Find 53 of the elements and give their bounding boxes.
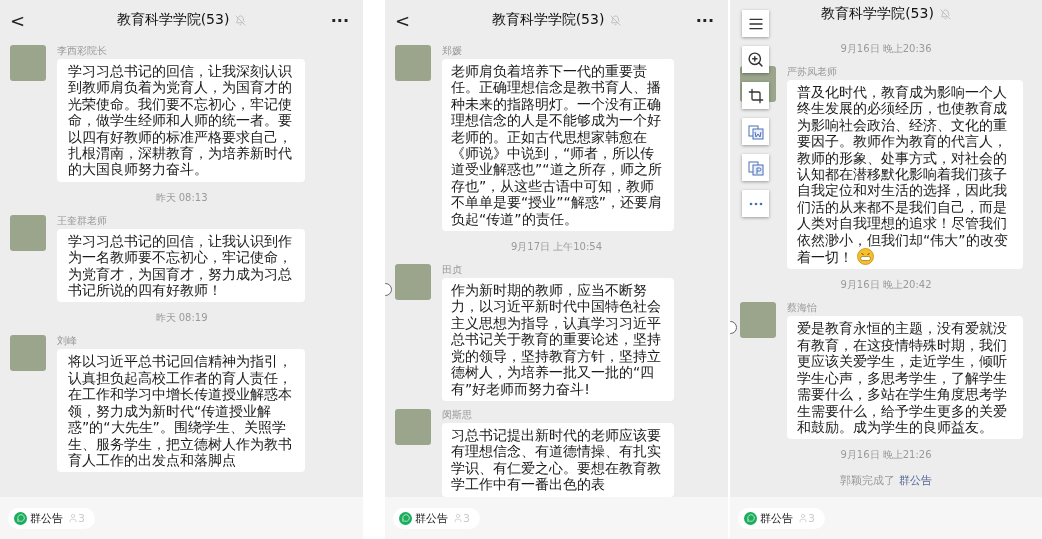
notice-link[interactable]: 群公告: [899, 473, 932, 489]
sender-name: 蔡海怡: [787, 302, 818, 315]
message-bubble: 爱是教育永恒的主题，没有爱就没有教育，在这疫情特殊时期，我们更应该关爱学生，走近学生，倾听学生心声，多思考学生，了解学生需要什么，多站在学生角度思考学生需要什么，给予学生更多的关爱和鼓励。成为学生的良师益友。: [787, 316, 1023, 440]
avatar-photo-placeholder: [10, 45, 46, 81]
timestamp: 昨天 08:13: [155, 191, 208, 204]
chat-icon: [399, 511, 412, 525]
timestamp: 9月16日 晚上20:36: [840, 43, 932, 55]
crop-icon: [747, 87, 764, 104]
sender-name: 田贞: [442, 264, 463, 277]
back-button[interactable]: <: [395, 9, 411, 31]
avatar-photo-placeholder: [10, 214, 46, 251]
chat-title: 教育科学学院(53): [116, 11, 230, 29]
message-bubble: 学习习总书记的回信，让我认识到作为一名教师要不忘初心，牢记使命，为党育才，为国育才，努力成为习总书记所说的四有好教师！: [57, 228, 305, 303]
sender-name: 严苏凤老师: [787, 66, 838, 78]
message-bubble: 老师肩负着培养下一代的重要责任。正确理想信念是教书育人、播种未来的指路明灯。一个没有正确理想信念的人是不能够成为一个好老师的。正如古代思想家韩愈在《师说》中说到，“师者，所以传道受业解惑也”“道之所存，师之所存也”，从这些古语中可知，教师不单单是要“授业”“解惑”，还要肩负起“传道”的责任。: [442, 59, 674, 232]
avatar-photo-placeholder: [10, 335, 46, 372]
chat-icon: [744, 511, 757, 525]
message-bubble: 将以习近平总书记回信精神为指引，认真担负起高校工作者的育人责任，在工作和学习中增长传道授业解惑本领，努力成为新时代“传道授业解惑”的“大先生”。围绕学生、关照学生、服务学生，把立德树人作为教书育人工作的出发点和落脚点: [57, 349, 305, 473]
message-bubble: 习总书记提出新时代的老师应该要有理想信念、有道德情操、有扎实学识、有仁爱之心。要想在教育教学工作中有一番出色的表: [442, 422, 674, 497]
zoom-in-button[interactable]: [742, 46, 769, 73]
avatar-photo-placeholder: [395, 408, 431, 445]
more-button[interactable]: ···: [330, 10, 349, 30]
timestamp: 9月16日 晚上21:26: [840, 449, 932, 462]
sender-name: 闵斯思: [442, 408, 473, 421]
mute-icon: [610, 14, 622, 26]
word-button[interactable]: [742, 118, 769, 145]
zoom-in-icon: [747, 51, 764, 68]
message-bubble: 普及化时代，教育成为影响一个人终生发展的必须经历，也使教育成为影响社会政治、经济、文化的重要因子。教师作为教育的代言人，教师的形象、处事方式，对社会的认知都在潜移默化影响着我们孩子自我定位和对生活的选择，因此我们活的从来都不是我们自己，而是人类对自我理想的追求！尽管我们依然渺小，但我们却“伟大”的改变着一切！: [787, 80, 1023, 270]
timestamp: 昨天 08:19: [155, 312, 208, 325]
mute-icon: [235, 14, 247, 26]
more-button[interactable]: ···: [695, 10, 714, 30]
sender-name: 刘峰: [57, 335, 78, 348]
chat-title: 教育科学学院(53): [821, 5, 934, 23]
chat-title: 教育科学学院(53): [491, 11, 605, 29]
slides-button[interactable]: [742, 154, 769, 181]
sender-name: 李西彩院长: [57, 45, 108, 57]
sender-name: 郑媛: [442, 45, 463, 57]
back-button[interactable]: <: [10, 9, 26, 31]
text-button[interactable]: [742, 10, 769, 37]
message-bubble: 学习习总书记的回信，让我深刻认识到教师肩负着为党育人，为国育才的光荣使命。我们要不忘初心，牢记使命，做学生经师和人师的统一者。要以四有好教师的标准严格要求自己，扎根渭南，深耕教育，为培养新时代的大国良师努力奋斗。: [57, 59, 305, 182]
slides-document-icon: [747, 159, 764, 176]
crop-button[interactable]: [742, 82, 769, 109]
mute-icon: [939, 8, 951, 20]
sender-name: 王奎群老师: [57, 214, 108, 227]
avatar-photo-placeholder: [395, 264, 431, 301]
avatar-photo-placeholder: [395, 45, 431, 81]
more-icon: [748, 201, 763, 206]
avatar-photo-placeholder: [740, 302, 776, 339]
system-message: 郭颖完成了: [840, 473, 895, 489]
message-bubble: 作为新时期的教师，应当不断努力，以习近平新时代中国特色社会主义思想为指导，认真学习习近平总书记关于教育的重要论述，坚持党的领导，坚持教育方针，坚持立德树人，为培养一批又一批的“四有”好老师而努力奋斗!: [442, 278, 674, 401]
chat-icon: [14, 511, 27, 525]
word-document-icon: [747, 123, 764, 140]
timestamp: 9月16日 晚上20:42: [840, 279, 932, 292]
